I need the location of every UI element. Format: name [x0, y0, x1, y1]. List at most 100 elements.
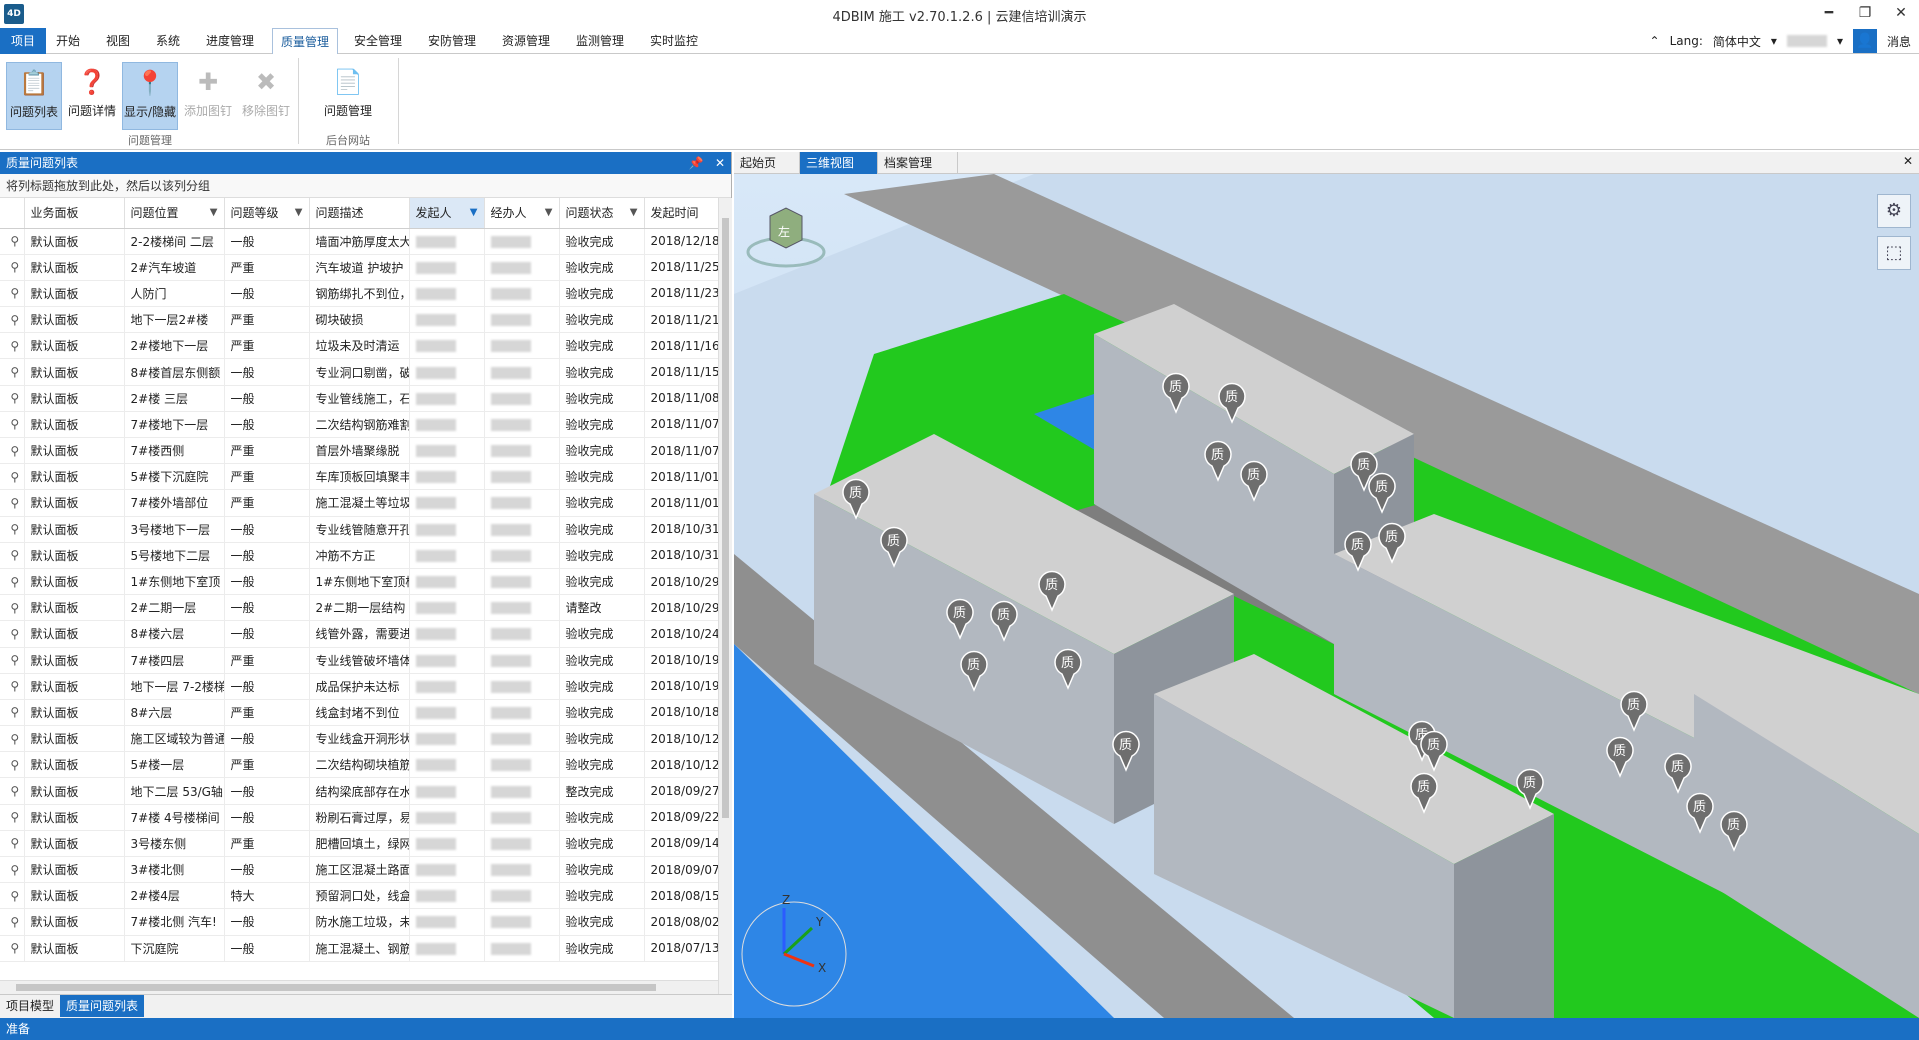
table-row[interactable]: ⚲ 默认面板 7#楼 4号楼梯间 一般 粉刷石膏过厚，易 验收完成 2018/09/22: [0, 804, 719, 831]
cell-date: 2018/10/19: [644, 647, 719, 674]
table-row[interactable]: ⚲ 默认面板 7#楼四层 严重 专业线管破坏墙体 验收完成 2018/10/19: [0, 647, 719, 674]
menu-quality[interactable]: 质量管理: [272, 28, 339, 55]
chevron-down-icon[interactable]: ▾: [1771, 34, 1777, 48]
col-date[interactable]: 发起时间: [644, 198, 719, 229]
table-row[interactable]: ⚲ 默认面板 5号楼地下二层 一般 冲筋不方正 验收完成 2018/10/31: [0, 542, 719, 569]
tab-quality-issue-list[interactable]: 质量问题列表: [60, 995, 145, 1017]
table-row[interactable]: ⚲ 默认面板 8#六层 严重 线盒封堵不到位 验收完成 2018/10/18: [0, 699, 719, 727]
close-button[interactable]: ✕: [1883, 0, 1919, 28]
table-row[interactable]: ⚲ 默认面板 下沉庭院 一般 施工混凝土、钢筋 验收完成 2018/07/13: [0, 935, 719, 962]
close-icon[interactable]: ✕: [1903, 154, 1913, 168]
col-status[interactable]: 问题状态 ▼: [559, 198, 645, 229]
horizontal-scrollbar[interactable]: [0, 980, 718, 994]
close-panel-icon[interactable]: ✕: [715, 156, 725, 170]
3d-scene[interactable]: 左 Z Y X 质质质质质质质质质质质质 质质质质质质质 质质质质质质: [734, 174, 1919, 1018]
cell-status: 整改完成: [559, 777, 645, 805]
table-row[interactable]: ⚲ 默认面板 地下一层 7-2楼梯 一般 成品保护未达标 验收完成 2018/10/19: [0, 673, 719, 700]
table-row[interactable]: ⚲ 默认面板 7#楼地下一层 一般 二次结构钢筋难割 验收完成 2018/11/07: [0, 411, 719, 439]
menu-security[interactable]: 安防管理: [420, 28, 484, 54]
col-initiator[interactable]: 发起人 ▼: [409, 198, 485, 229]
table-row[interactable]: ⚲ 默认面板 8#楼六层 一般 线管外露，需要进 验收完成 2018/10/24: [0, 620, 719, 648]
menu-view[interactable]: 视图: [98, 28, 138, 54]
col-handler[interactable]: 经办人 ▼: [484, 198, 560, 229]
minimize-button[interactable]: ━: [1811, 0, 1847, 28]
tab-archive[interactable]: 档案管理✕: [878, 152, 958, 192]
col-description[interactable]: 问题描述: [309, 198, 410, 229]
table-row[interactable]: ⚲ 默认面板 地下二层 53/G轴 一般 结构梁底部存在水 整改完成 2018/09/27: [0, 777, 719, 805]
table-row[interactable]: ⚲ 默认面板 2-2楼梯间 二层 一般 墙面冲筋厚度太大 验收完成 2018/12/18: [0, 228, 719, 255]
table-row[interactable]: ⚲ 默认面板 5#楼下沉庭院 严重 车库顶板回填聚丰 验收完成 2018/11/01: [0, 463, 719, 491]
3d-viewport[interactable]: 左 Z Y X 质质质质质质质质质质质质质质质质质质质质质质质质质 ⚙ ⬚: [734, 174, 1919, 1018]
table-row[interactable]: ⚲ 默认面板 7#楼外墙部位 严重 施工混凝土等垃圾 验收完成 2018/11/01: [0, 489, 719, 517]
marker-label: 质: [1727, 818, 1740, 833]
cell-handler: [484, 385, 560, 412]
menu-project[interactable]: 项目: [0, 28, 46, 54]
table-row[interactable]: ⚲ 默认面板 施工区域较为普通 一般 专业线盒开洞形状 验收完成 2018/10/12: [0, 725, 719, 753]
table-row[interactable]: ⚲ 默认面板 3号楼地下一层 一般 专业线管随意开孔 验收完成 2018/10/31: [0, 516, 719, 543]
cell-level: 一般: [224, 542, 310, 569]
table-row[interactable]: ⚲ 默认面板 2#汽车坡道 严重 汽车坡道 护坡护 验收完成 2018/11/25: [0, 254, 719, 281]
cell-level: 一般: [224, 935, 310, 962]
table-row[interactable]: ⚲ 默认面板 2#楼 三层 一般 专业管线施工，石 验收完成 2018/11/08: [0, 385, 719, 412]
menu-resources[interactable]: 资源管理: [494, 28, 558, 54]
cell-board: 默认面板: [24, 358, 125, 386]
table-row[interactable]: ⚲ 默认面板 2#楼4层 特大 预留洞口处，线盒 验收完成 2018/08/15: [0, 882, 719, 910]
col-board[interactable]: 业务面板: [24, 198, 125, 229]
cell-location: 1#东侧地下室顶: [124, 568, 225, 596]
location-pin-icon: ⚲: [0, 594, 25, 622]
cell-level: 严重: [224, 489, 310, 517]
tab-start-page[interactable]: 起始页✕: [734, 152, 800, 192]
menu-monitoring[interactable]: 监测管理: [568, 28, 632, 54]
add-pin-button[interactable]: ✚ 添加图钉: [180, 62, 236, 130]
table-row[interactable]: ⚲ 默认面板 人防门 一般 钢筋绑扎不到位， 验收完成 2018/11/23: [0, 280, 719, 308]
menu-start[interactable]: 开始: [48, 28, 88, 54]
cell-initiator: [409, 935, 485, 962]
table-row[interactable]: ⚲ 默认面板 5#楼一层 严重 二次结构砌块植筋 验收完成 2018/10/12: [0, 751, 719, 779]
table-row[interactable]: ⚲ 默认面板 7#楼北侧 汽车! 一般 防水施工垃圾，未 验收完成 2018/08/02: [0, 908, 719, 936]
vertical-scrollbar[interactable]: [718, 198, 732, 994]
menu-realtime[interactable]: 实时监控: [642, 28, 706, 54]
issue-list-button[interactable]: 📋 问题列表: [6, 62, 62, 130]
table-row[interactable]: ⚲ 默认面板 3#楼北侧 一般 施工区混凝土路面 验收完成 2018/09/07: [0, 856, 719, 884]
cell-date: 2018/11/07: [644, 411, 719, 439]
show-hide-button[interactable]: 📍 显示/隐藏: [122, 62, 178, 130]
cell-initiator: [409, 385, 485, 412]
issue-management-button[interactable]: 📄 问题管理: [316, 62, 380, 130]
cell-handler: [484, 725, 560, 753]
menu-safety[interactable]: 安全管理: [346, 28, 410, 54]
lang-chevron-icon: ⌃: [1649, 34, 1660, 48]
user-icon[interactable]: 👤: [1852, 29, 1877, 53]
table-row[interactable]: ⚲ 默认面板 8#楼首层东侧额 一般 专业洞口剔凿，破 验收完成 2018/11/15: [0, 358, 719, 386]
tab-3d-view[interactable]: 三维视图✕: [800, 152, 878, 192]
table-row[interactable]: ⚲ 默认面板 7#楼西侧 严重 首层外墙聚缘脱 验收完成 2018/11/07: [0, 437, 719, 465]
remove-pin-button[interactable]: ✖ 移除图钉: [238, 62, 294, 130]
cell-board: 默认面板: [24, 306, 125, 334]
tab-project-model[interactable]: 项目模型: [0, 995, 60, 1017]
blurred-name: [415, 759, 456, 772]
issue-detail-button[interactable]: ❓ 问题详情: [64, 62, 120, 130]
group-by-hint[interactable]: 将列标题拖放到此处，然后以该列分组: [0, 174, 731, 198]
chevron-down-icon[interactable]: ▾: [1837, 34, 1843, 48]
col-location[interactable]: 问题位置 ▼: [124, 198, 225, 229]
maximize-button[interactable]: ❐: [1847, 0, 1883, 28]
lang-select[interactable]: 简体中文: [1713, 33, 1761, 50]
scroll-thumb[interactable]: [16, 984, 656, 991]
group-issue-management: 问题管理: [128, 134, 172, 147]
menu-schedule[interactable]: 进度管理: [198, 28, 262, 54]
menu-system[interactable]: 系统: [148, 28, 188, 54]
table-row[interactable]: ⚲ 默认面板 地下一层2#楼 严重 砌块破损 验收完成 2018/11/21: [0, 306, 719, 334]
pin-panel-icon[interactable]: 📌: [689, 156, 704, 170]
marker-label: 质: [1523, 776, 1536, 791]
table-row[interactable]: ⚲ 默认面板 3号楼东侧 严重 肥槽回填土，绿网 验收完成 2018/09/14: [0, 830, 719, 858]
col-level[interactable]: 问题等级 ▼: [224, 198, 310, 229]
cell-board: 默认面板: [24, 489, 125, 517]
scroll-thumb[interactable]: [722, 218, 729, 818]
table-row[interactable]: ⚲ 默认面板 2#楼地下一层 严重 垃圾未及时清运 验收完成 2018/11/16: [0, 332, 719, 360]
explode-icon[interactable]: ⚙: [1877, 194, 1911, 228]
table-row[interactable]: ⚲ 默认面板 1#东侧地下室顶 一般 1#东侧地下室顶板 验收完成 2018/10/29: [0, 568, 719, 596]
cell-status: 验收完成: [559, 280, 645, 308]
view-cube-icon[interactable]: ⬚: [1877, 236, 1911, 270]
view-cube[interactable]: 左: [746, 207, 826, 268]
table-row[interactable]: ⚲ 默认面板 2#二期一层 一般 2#二期一层结构 请整改 2018/10/29: [0, 594, 719, 622]
messages-link[interactable]: 消息: [1887, 33, 1911, 50]
